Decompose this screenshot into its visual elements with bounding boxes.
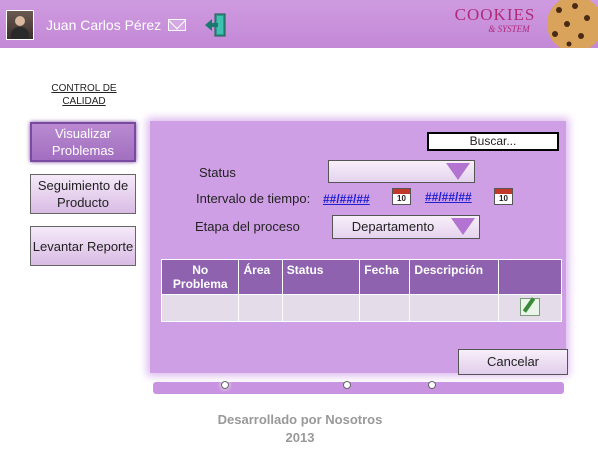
stage-label: Etapa del proceso: [195, 219, 300, 234]
footer-credit: Desarrollado por Nosotros: [217, 412, 383, 427]
calendar-from-icon[interactable]: 10: [392, 188, 411, 205]
table-cell-action: [498, 294, 562, 322]
col-actions: [498, 259, 562, 295]
date-from-link[interactable]: ##/##/##: [323, 192, 370, 206]
table-cell: [160, 294, 240, 322]
footer: Desarrollado por Nosotros 2013: [180, 411, 420, 447]
nav-visualizar-problemas[interactable]: Visualizar Problemas: [30, 122, 136, 162]
col-status: Status: [281, 259, 361, 295]
cancel-button[interactable]: Cancelar: [458, 349, 568, 375]
col-fecha: Fecha: [359, 259, 411, 295]
step-dot-1[interactable]: [221, 381, 229, 389]
col-area: Área: [238, 259, 283, 295]
cookie-image: [547, 0, 598, 48]
search-button[interactable]: Buscar...: [427, 132, 559, 151]
dropdown-arrow-icon: [446, 163, 470, 180]
table-row: [160, 294, 562, 322]
edit-icon[interactable]: [520, 297, 541, 316]
table-cell: [409, 294, 500, 322]
table-cell: [281, 294, 361, 322]
nav-levantar-reporte[interactable]: Levantar Reporte: [30, 226, 136, 266]
footer-year: 2013: [285, 430, 315, 445]
step-dot-2[interactable]: [343, 381, 351, 389]
header-bar: Juan Carlos Pérez COOKIES & SYSTEM: [0, 0, 598, 48]
mail-icon[interactable]: [168, 19, 186, 31]
search-panel: [150, 121, 566, 373]
status-label: Status: [199, 165, 236, 180]
user-name: Juan Carlos Pérez: [46, 17, 162, 33]
status-select[interactable]: [328, 160, 475, 183]
step-dot-3[interactable]: [428, 381, 436, 389]
dropdown-arrow-icon: [451, 218, 475, 235]
table-cell: [359, 294, 411, 322]
col-descripcion: Descripción: [409, 259, 500, 295]
nav-seguimiento-producto[interactable]: Seguimiento de Producto: [30, 174, 136, 214]
table-header-row: No Problema Área Status Fecha Descripció…: [160, 259, 562, 295]
problems-table: No Problema Área Status Fecha Descripció…: [160, 259, 562, 322]
stage-select[interactable]: Departamento: [332, 215, 480, 239]
calendar-to-icon[interactable]: 10: [494, 188, 513, 205]
table-cell: [238, 294, 283, 322]
brand-logo: COOKIES & SYSTEM: [454, 5, 536, 35]
exit-icon[interactable]: [203, 12, 229, 38]
step-progress-bar: [153, 381, 564, 394]
interval-label: Intervalo de tiempo:: [196, 191, 311, 206]
user-avatar: [6, 10, 34, 40]
nav-section-title: CONTROL DE CALIDAD: [51, 83, 117, 107]
col-no-problema: No Problema: [160, 259, 240, 295]
date-to-link[interactable]: ##/##/##: [425, 190, 472, 204]
